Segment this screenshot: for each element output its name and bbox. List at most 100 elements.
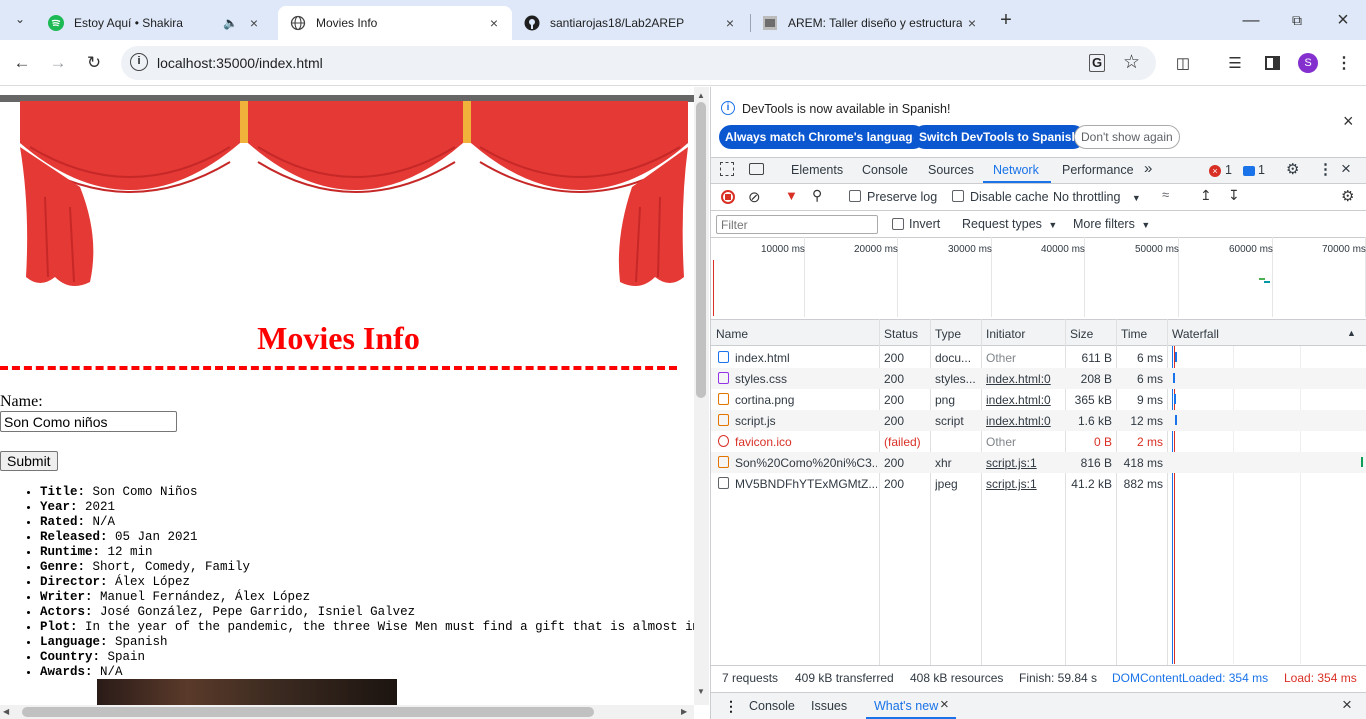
request-row[interactable]: cortina.png 200 png index.html:0 365 kB 9 ms xyxy=(711,389,1366,410)
record-icon[interactable] xyxy=(721,190,735,204)
movie-detail-item: Awards: N/A xyxy=(40,665,694,680)
request-initiator[interactable]: index.html:0 xyxy=(986,372,1051,386)
invert-checkbox[interactable] xyxy=(892,218,904,230)
export-har-icon[interactable]: ↧ xyxy=(1228,187,1240,204)
close-icon[interactable]: × xyxy=(940,696,949,713)
plus-icon: + xyxy=(1000,8,1012,31)
import-har-icon[interactable]: ↥ xyxy=(1200,187,1212,204)
request-row[interactable]: MV5BNDFhYTExMGMtZ... 200 jpeg script.js:1 41… xyxy=(711,473,1366,494)
site-info-icon[interactable]: i xyxy=(130,53,148,71)
new-tab-button[interactable]: + xyxy=(991,5,1021,35)
scroll-right-arrow-icon[interactable]: ▶ xyxy=(681,707,687,716)
submit-button[interactable]: Submit xyxy=(0,451,58,471)
preserve-log-checkbox[interactable] xyxy=(849,190,861,202)
minimize-button[interactable]: — xyxy=(1236,5,1266,35)
back-button[interactable]: ← xyxy=(7,48,37,78)
network-conditions-icon[interactable]: ≈ xyxy=(1162,187,1169,202)
request-initiator[interactable]: script.js:1 xyxy=(986,477,1037,491)
error-icon[interactable]: × xyxy=(1209,165,1221,177)
drawer-tab-console[interactable]: Console xyxy=(749,699,795,713)
menu-button[interactable]: ⋮ xyxy=(1329,48,1359,78)
column-time[interactable]: Time xyxy=(1121,327,1147,341)
forward-button[interactable]: → xyxy=(43,48,73,78)
page-horizontal-scrollbar[interactable]: ◀ ▶ xyxy=(0,705,694,719)
tab-search-button[interactable]: ⌄ xyxy=(6,5,34,33)
settings-gear-icon[interactable]: ⚙ xyxy=(1286,160,1299,178)
request-initiator[interactable]: script.js:1 xyxy=(986,456,1037,470)
media-controls-button[interactable]: ☰ xyxy=(1220,48,1250,78)
reload-icon: ↻ xyxy=(86,53,102,72)
request-row[interactable]: Son%20Como%20ni%C3... 200 xhr script.js:1 81… xyxy=(711,452,1366,473)
column-initiator[interactable]: Initiator xyxy=(986,327,1025,341)
more-filters-dropdown[interactable]: More filters ▼ xyxy=(1073,217,1150,231)
address-bar[interactable]: i localhost:35000/index.html G ☆ xyxy=(121,46,1156,80)
extensions-button[interactable]: ◫ xyxy=(1168,48,1198,78)
switch-devtools-spanish-button[interactable]: Switch DevTools to Spanish xyxy=(913,125,1085,149)
column-type[interactable]: Type xyxy=(935,327,961,341)
request-types-dropdown[interactable]: Request types ▼ xyxy=(962,217,1057,231)
profile-button[interactable]: S xyxy=(1293,48,1323,78)
drawer-menu-icon[interactable]: ⋮ xyxy=(724,698,738,715)
close-devtools-icon[interactable]: × xyxy=(1341,159,1351,179)
request-row[interactable]: styles.css 200 styles... index.html:0 208 B 6… xyxy=(711,368,1366,389)
network-settings-icon[interactable]: ⚙ xyxy=(1341,187,1354,205)
request-row[interactable]: index.html 200 docu... Other 611 B 6 ms xyxy=(711,347,1366,368)
message-icon[interactable] xyxy=(1243,166,1255,176)
drawer-tab-issues[interactable]: Issues xyxy=(811,699,847,713)
request-initiator[interactable]: index.html:0 xyxy=(986,393,1051,407)
search-icon[interactable]: ⚲ xyxy=(812,187,822,204)
page-vertical-scrollbar[interactable]: ▲ ▼ xyxy=(694,87,709,705)
movie-detail-item: Year: 2021 xyxy=(40,500,694,515)
tab-sources[interactable]: Sources xyxy=(928,163,974,177)
close-drawer-icon[interactable]: × xyxy=(1342,695,1352,715)
more-vert-icon[interactable]: ⋮ xyxy=(1318,160,1333,178)
scroll-down-arrow-icon[interactable]: ▼ xyxy=(697,687,705,696)
always-match-language-button[interactable]: Always match Chrome's language xyxy=(719,125,926,149)
translate-icon[interactable]: G xyxy=(1089,54,1106,72)
close-window-button[interactable]: × xyxy=(1328,5,1358,35)
star-icon[interactable]: ☆ xyxy=(1123,51,1140,74)
close-icon[interactable]: × xyxy=(962,15,982,31)
disable-cache-checkbox[interactable] xyxy=(952,190,964,202)
side-panel-button[interactable] xyxy=(1257,48,1287,78)
name-input[interactable] xyxy=(0,411,177,432)
tab-github[interactable]: santiarojas18/Lab2AREP × xyxy=(512,6,748,40)
tab-performance[interactable]: Performance xyxy=(1062,163,1134,177)
tab-network[interactable]: Network xyxy=(993,163,1039,177)
close-icon[interactable]: × xyxy=(720,15,740,31)
scroll-up-arrow-icon[interactable]: ▲ xyxy=(697,91,705,100)
close-icon[interactable]: × xyxy=(1343,111,1354,132)
restore-button[interactable]: ⧉ xyxy=(1282,5,1312,35)
speaker-icon[interactable]: 🔈 xyxy=(223,16,238,30)
filter-input[interactable] xyxy=(716,215,878,234)
tab-console[interactable]: Console xyxy=(862,163,908,177)
tab-movies-info[interactable]: Movies Info × xyxy=(278,6,512,40)
throttling-select[interactable]: No throttling ▼ xyxy=(1053,190,1141,204)
column-name[interactable]: Name xyxy=(716,327,748,341)
request-row[interactable]: favicon.ico (failed) Other 0 B 2 ms xyxy=(711,431,1366,452)
movie-detail-item: Genre: Short, Comedy, Family xyxy=(40,560,694,575)
device-toolbar-icon[interactable] xyxy=(749,163,764,175)
clear-icon[interactable]: ⊘ xyxy=(748,188,761,206)
more-tabs-icon[interactable]: » xyxy=(1144,160,1152,177)
drawer-tab-whats-new[interactable]: What's new xyxy=(874,699,938,713)
tab-elements[interactable]: Elements xyxy=(791,163,843,177)
column-size[interactable]: Size xyxy=(1070,327,1093,341)
inspect-element-icon[interactable] xyxy=(720,162,734,176)
close-icon[interactable]: × xyxy=(484,15,504,31)
column-waterfall[interactable]: Waterfall xyxy=(1172,327,1219,341)
scroll-thumb[interactable] xyxy=(696,102,706,398)
tab-spotify[interactable]: Estoy Aquí • Shakira 🔈 × xyxy=(36,6,272,40)
movie-detail-item: Director: Álex López xyxy=(40,575,694,590)
scroll-left-arrow-icon[interactable]: ◀ xyxy=(3,707,9,716)
scroll-thumb[interactable] xyxy=(22,707,594,717)
movie-detail-key: Plot: xyxy=(40,620,78,634)
tab-arem[interactable]: AREM: Taller diseño y estructura × xyxy=(750,6,990,40)
request-initiator[interactable]: index.html:0 xyxy=(986,414,1051,428)
column-status[interactable]: Status xyxy=(884,327,918,341)
filter-funnel-icon[interactable]: ▼ xyxy=(785,188,798,203)
dont-show-again-button[interactable]: Don't show again xyxy=(1074,125,1180,149)
close-icon[interactable]: × xyxy=(244,15,264,31)
request-row[interactable]: script.js 200 script index.html:0 1.6 kB 12 m… xyxy=(711,410,1366,431)
reload-button[interactable]: ↻ xyxy=(79,48,109,78)
